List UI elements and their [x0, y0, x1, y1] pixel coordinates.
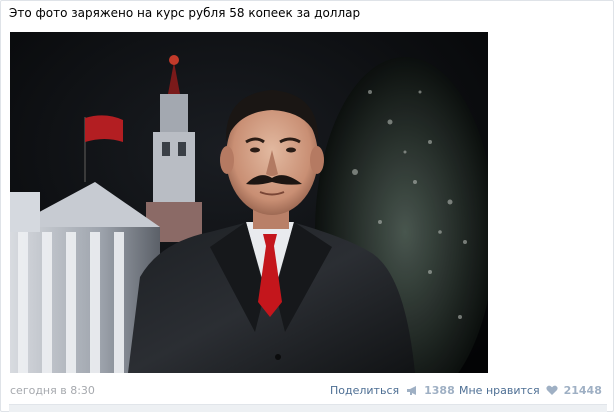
post-footer: сегодня в 8:30 Поделиться 1388 Мне нрави…	[1, 379, 614, 403]
like-button[interactable]: Мне нравится 21448	[459, 384, 602, 399]
photo-illustration	[10, 32, 488, 373]
share-label: Поделиться	[330, 384, 400, 397]
post-text: Это фото заряжено на курс рубля 58 копее…	[9, 6, 361, 20]
like-count: 21448	[563, 384, 602, 397]
wall-post: Это фото заряжено на курс рубля 58 копее…	[0, 0, 614, 412]
share-button[interactable]: Поделиться 1388	[330, 384, 455, 399]
like-label: Мне нравится	[459, 384, 540, 397]
megaphone-icon	[406, 385, 419, 399]
post-date[interactable]: сегодня в 8:30	[10, 384, 95, 397]
post-photo[interactable]	[10, 32, 488, 373]
heart-icon	[546, 385, 558, 399]
post-divider	[9, 404, 607, 412]
share-count: 1388	[424, 384, 455, 397]
